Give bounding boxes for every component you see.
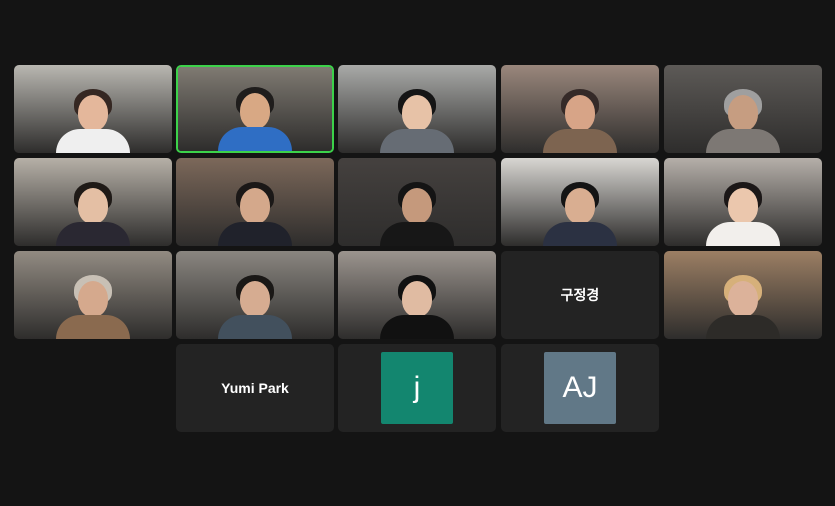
participant-figure — [56, 182, 130, 246]
participant-tile-2[interactable] — [176, 65, 334, 153]
participant-figure — [380, 275, 454, 339]
participant-tile-4[interactable] — [501, 65, 659, 153]
participant-tile-9[interactable] — [501, 158, 659, 246]
participant-tile-18[interactable]: AJ — [501, 344, 659, 432]
participant-avatar: AJ — [544, 352, 616, 424]
participant-tile-8[interactable] — [338, 158, 496, 246]
participant-figure — [543, 182, 617, 246]
participant-name-label: 구정경 — [560, 287, 600, 303]
participant-tile-7[interactable] — [176, 158, 334, 246]
participant-avatar-initials: AJ — [562, 371, 598, 404]
participant-figure — [706, 89, 780, 153]
participant-tile-17[interactable]: j — [338, 344, 496, 432]
participant-figure — [706, 275, 780, 339]
participant-figure — [706, 182, 780, 246]
participant-tile-10[interactable] — [664, 158, 822, 246]
meeting-gallery-view: 구정경 Yumi Park j AJ — [0, 0, 835, 506]
participant-figure — [56, 275, 130, 339]
participant-tile-14[interactable]: 구정경 — [501, 251, 659, 339]
participant-figure — [380, 182, 454, 246]
participant-name-label: Yumi Park — [221, 380, 289, 396]
participant-tile-5[interactable] — [664, 65, 822, 153]
participant-avatar-initials: j — [413, 371, 421, 404]
participant-tile-11[interactable] — [14, 251, 172, 339]
participant-tile-13[interactable] — [338, 251, 496, 339]
participant-tile-6[interactable] — [14, 158, 172, 246]
participant-figure — [218, 87, 292, 151]
participant-tile-15[interactable] — [664, 251, 822, 339]
participant-tile-16[interactable]: Yumi Park — [176, 344, 334, 432]
participant-tile-3[interactable] — [338, 65, 496, 153]
participant-tile-12[interactable] — [176, 251, 334, 339]
participant-figure — [380, 89, 454, 153]
participant-avatar: j — [381, 352, 453, 424]
participant-figure — [56, 89, 130, 153]
participant-tile-1[interactable] — [14, 65, 172, 153]
participant-figure — [543, 89, 617, 153]
participant-figure — [218, 182, 292, 246]
participant-figure — [218, 275, 292, 339]
